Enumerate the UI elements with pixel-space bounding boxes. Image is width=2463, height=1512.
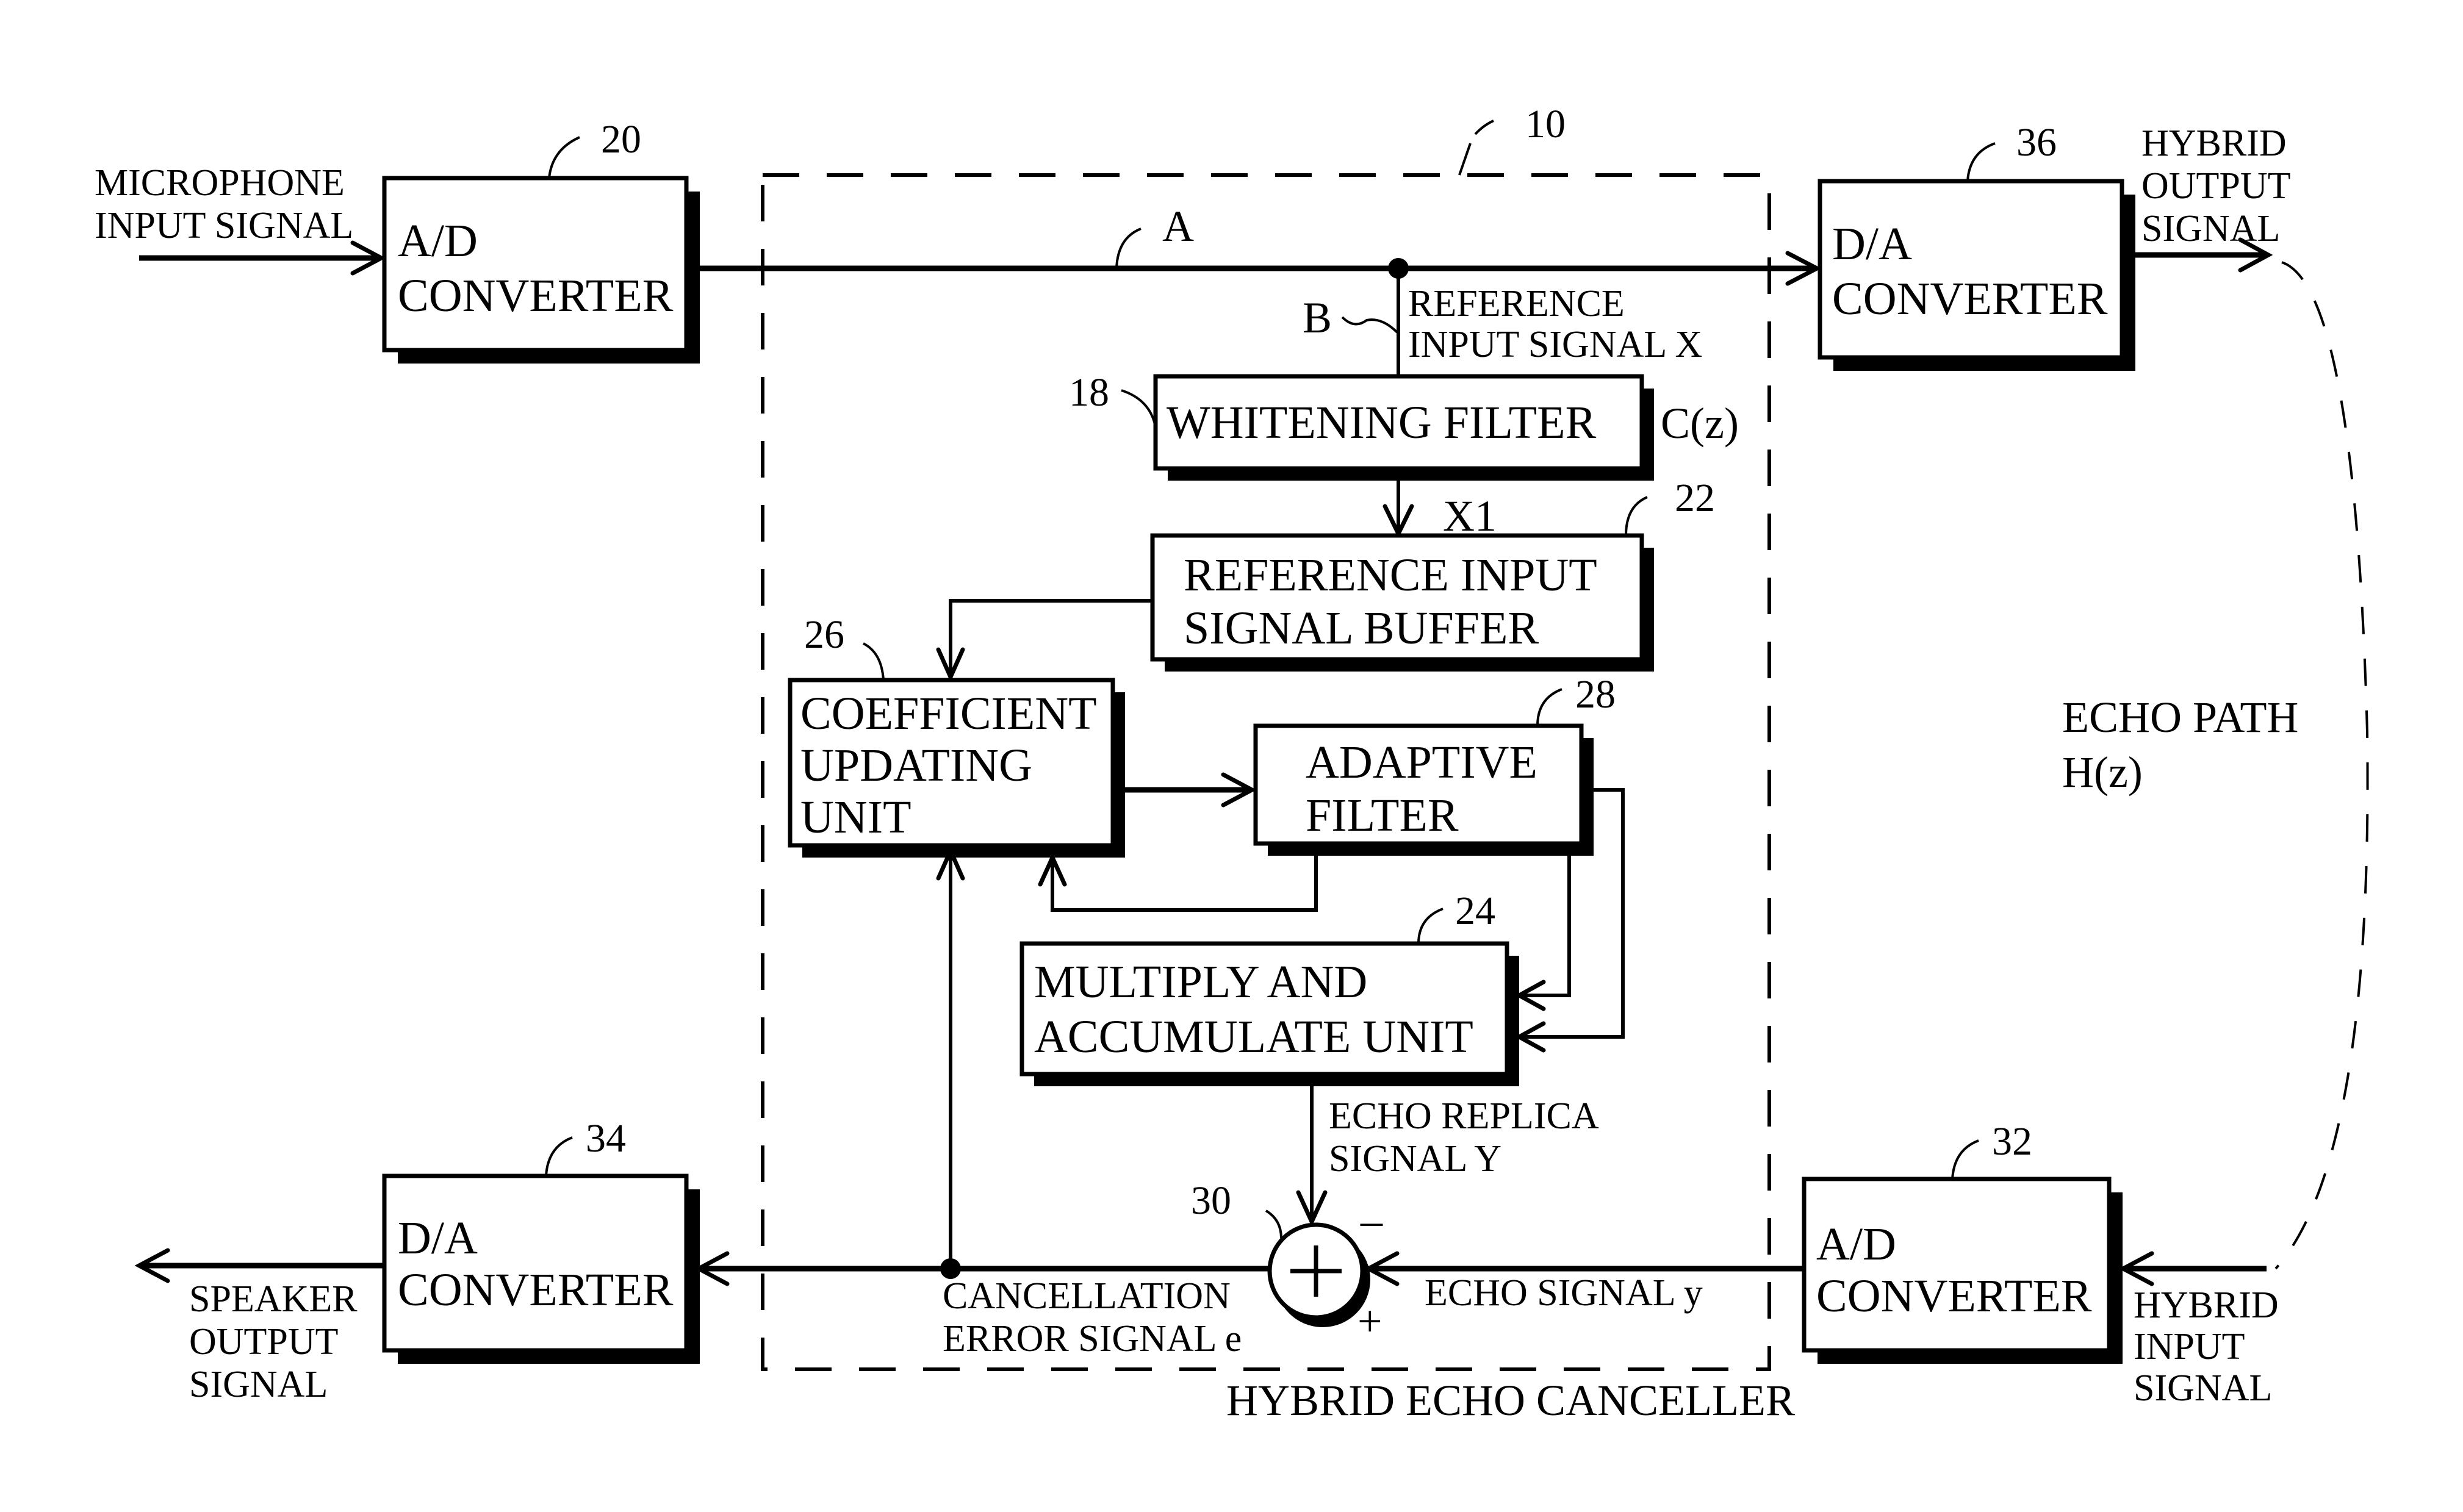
speaker-output-label-2: OUTPUT [189,1321,339,1363]
canceller-ref-leader-tail [1474,120,1494,135]
block-line: UNIT [800,792,911,843]
speaker-output-label-3: SIGNAL [189,1364,328,1405]
ad-converter-32: A/D CONVERTER 32 [1802,1119,2123,1364]
echo-replica-label-2: SIGNAL Y [1329,1138,1501,1180]
summer-plus: + [1357,1297,1383,1345]
node-b-label: B [1303,293,1332,342]
mic-input-label-2: INPUT SIGNAL [95,205,353,246]
ref-leader [548,136,580,179]
block-line: CONVERTER [1832,273,2108,324]
node-a-label: A [1162,202,1194,251]
ref-input-label-1: REFERENCE [1408,283,1625,324]
ref-leader [863,642,885,681]
whitening-filter-18: WHITENING FILTER 18 C(z) [1069,370,1739,481]
hybrid-input-label-1: HYBRID [2134,1284,2279,1326]
echo-path-label-1: ECHO PATH [2062,693,2298,742]
block-line: ACCUMULATE UNIT [1034,1011,1473,1062]
block-line: COEFFICIENT [800,688,1097,739]
buffer-to-coeff-line [949,599,1152,676]
block-line: UPDATING [800,740,1032,791]
echo-replica-label-1: ECHO REPLICA [1329,1095,1599,1137]
hybrid-input-label-3: SIGNAL [2134,1367,2272,1409]
echo-signal-label: ECHO SIGNAL y [1425,1272,1703,1314]
coefficient-updating-26: COEFFICIENT UPDATING UNIT 26 [788,612,1125,858]
hybrid-output-label-2: OUTPUT [2141,165,2291,207]
block-ref: 36 [2016,120,2057,165]
ref-leader [1536,688,1562,726]
ref-leader [545,1136,573,1177]
ref-leader [1121,389,1157,428]
ref-leader [1966,142,1996,182]
node-a-leader [1115,228,1142,269]
block-line: D/A [1832,218,1912,270]
block-line: WHITENING FILTER [1167,397,1597,448]
summer-minus: – [1360,1196,1383,1245]
block-line: FILTER [1306,790,1459,841]
block-ref: 22 [1675,476,1715,520]
node-b-leader [1341,316,1398,334]
canceller-ref-leader [1458,143,1472,176]
block-ref: 18 [1069,370,1109,415]
multiply-accumulate-24: MULTIPLY AND ACCUMULATE UNIT 24 [1019,889,1519,1086]
mic-input-label-1: MICROPHONE [95,162,345,204]
block-ref: 32 [1992,1119,2032,1164]
adaptive-to-mac-line-1 [1522,856,1571,997]
speaker-output-label-1: SPEAKER [189,1278,358,1320]
error-signal-label-1: CANCELLATION [943,1275,1231,1317]
da-converter-36: D/A CONVERTER 36 [1818,120,2135,371]
ref-input-label-2: INPUT SIGNAL X [1408,324,1702,365]
adaptive-to-coeff-feedback [1051,856,1318,912]
block-ref: 28 [1575,672,1616,717]
block-line: D/A [398,1213,478,1264]
block-line: REFERENCE INPUT [1184,550,1597,601]
canceller-label: HYBRID ECHO CANCELLER [1226,1376,1795,1425]
block-line: CONVERTER [1816,1270,2092,1322]
block-ref: 26 [804,612,844,657]
summer-ref: 30 [1191,1178,1231,1223]
x1-label: X1 [1443,492,1497,540]
ref-leader [1625,496,1648,536]
ref-leader [1417,908,1444,944]
echo-path-label-2: H(z) [2062,748,2143,797]
block-line: CONVERTER [398,1264,674,1316]
block-line: A/D [398,215,478,267]
block-line: MULTIPLY AND [1034,956,1367,1008]
echo-path-curve [2274,261,2369,1270]
block-line: SIGNAL BUFFER [1184,603,1539,654]
error-signal-label-2: ERROR SIGNAL e [943,1318,1242,1360]
block-ref: 24 [1455,889,1495,933]
ad-converter-20: A/D CONVERTER 20 [382,117,700,364]
block-line: ADAPTIVE [1306,737,1537,788]
reference-buffer-22: REFERENCE INPUT SIGNAL BUFFER 22 [1150,476,1715,672]
block-line: A/D [1816,1219,1896,1270]
da-converter-34: D/A CONVERTER 34 [382,1116,700,1364]
block-line: CONVERTER [398,270,674,321]
hybrid-output-label-1: HYBRID [2141,123,2287,164]
block-ref: 34 [586,1116,626,1161]
adaptive-filter-28: ADAPTIVE FILTER 28 [1253,672,1616,856]
echo-canceller-diagram: .w { stroke: #000; stroke-width: 9; fill… [95,102,2369,1425]
ref-leader [1265,1209,1282,1239]
whitening-transfer: C(z) [1661,399,1739,448]
hybrid-input-label-2: INPUT [2134,1326,2245,1367]
hybrid-output-label-3: SIGNAL [2141,208,2280,249]
block-ref: 20 [601,117,641,162]
canceller-ref: 10 [1525,102,1566,146]
ref-leader [1951,1139,1979,1180]
